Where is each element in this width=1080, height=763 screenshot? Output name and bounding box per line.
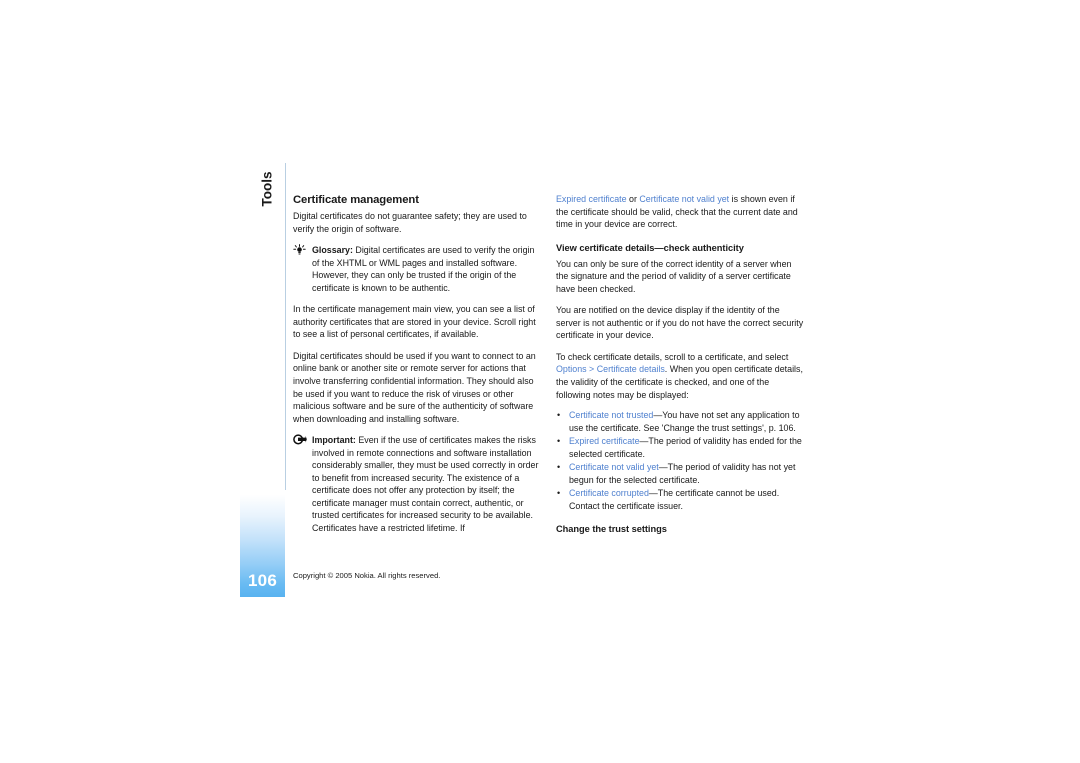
link-expired-certificate: Expired certificate (556, 194, 627, 204)
important-note-icon (293, 434, 309, 446)
intro-paragraph: Digital certificates do not guarantee sa… (293, 211, 527, 234)
list-item: Certificate not trusted—You have not set… (556, 409, 804, 434)
note-term: Certificate not valid yet (569, 462, 659, 473)
important-label: Important: (312, 435, 356, 446)
glossary-label: Glossary: (312, 245, 353, 256)
link-separator: > (586, 364, 597, 375)
note-term: Expired certificate (569, 436, 640, 447)
check-details-paragraph: To check certificate details, scroll to … (556, 351, 804, 401)
glossary-note: Glossary: Digital certificates are used … (293, 244, 541, 294)
chapter-name-label: Tools (259, 171, 275, 207)
note-term: Certificate corrupted (569, 488, 649, 499)
list-item: Certificate not valid yet—The period of … (556, 461, 804, 486)
right-text-column: Expired certificate or Certificate not v… (556, 193, 804, 539)
check-details-lead: To check certificate details, scroll to … (556, 351, 789, 362)
subheading-view-certificate-details: View certificate details—check authentic… (556, 242, 744, 253)
identity-paragraph: You can only be sure of the correct iden… (556, 258, 792, 294)
continued-paragraph: Expired certificate or Certificate not v… (556, 193, 804, 231)
continued-mid-text: or (626, 194, 640, 204)
page-title: Certificate management (293, 194, 419, 206)
list-item: Certificate corrupted—The certificate ca… (556, 487, 804, 512)
certificate-notes-list: Certificate not trusted—You have not set… (556, 409, 804, 512)
note-term: Certificate not trusted (569, 410, 654, 421)
manual-page: 106 Tools Certificate management Digital… (0, 0, 1080, 763)
page-number-tab: 106 (240, 488, 285, 597)
tip-bulb-icon (293, 244, 309, 256)
left-text-column: Certificate management Digital certifica… (293, 193, 541, 544)
important-note: Important: Even if the use of certificat… (293, 434, 541, 534)
link-certificate-details: Certificate details (596, 364, 665, 375)
usage-paragraph: Digital certificates should be used if y… (293, 350, 536, 424)
notified-paragraph: You are notified on the device display i… (556, 305, 804, 341)
important-text: Even if the use of certificates makes th… (312, 435, 539, 534)
main-view-paragraph: In the certificate management main view,… (293, 304, 536, 340)
copyright-notice: Copyright © 2005 Nokia. All rights reser… (293, 571, 441, 580)
link-options: Options (556, 364, 587, 375)
chapter-name: Tools (232, 172, 302, 255)
page-number: 106 (248, 571, 277, 590)
list-item: Expired certificate—The period of validi… (556, 435, 804, 460)
link-certificate-not-valid-yet: Certificate not valid yet (639, 194, 730, 204)
subheading-change-trust-settings: Change the trust settings (556, 524, 667, 535)
